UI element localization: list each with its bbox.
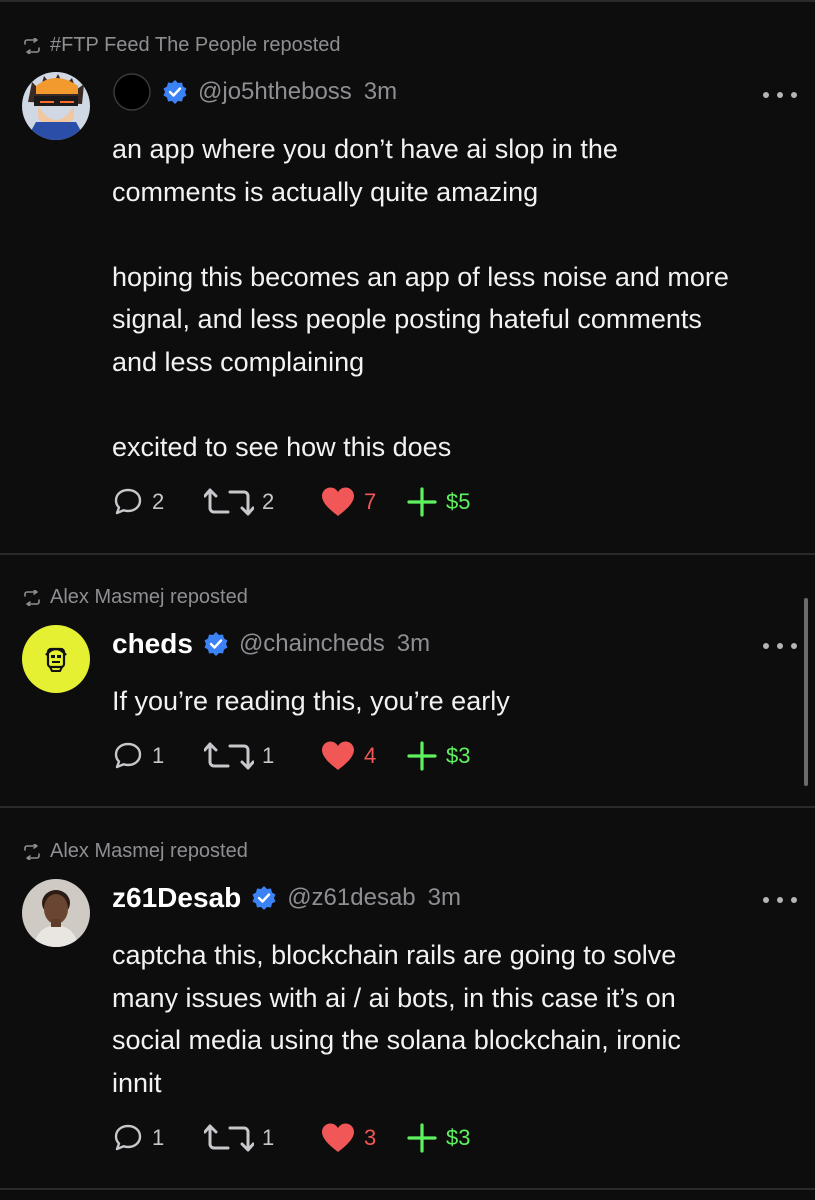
verified-badge-icon <box>204 632 228 656</box>
reply-count: 1 <box>152 743 165 768</box>
repost-count: 2 <box>262 489 275 514</box>
scrollbar[interactable] <box>804 598 808 786</box>
reply-button[interactable]: 1 <box>112 740 204 772</box>
author-handle[interactable]: @chaincheds <box>239 630 385 658</box>
top-divider <box>0 0 815 2</box>
tip-button[interactable]: $5 <box>406 486 470 518</box>
reply-button[interactable]: 2 <box>112 486 204 518</box>
comment-icon <box>114 742 142 769</box>
repost-indicator: Alex Masmej reposted <box>22 840 248 863</box>
reply-count: 2 <box>152 489 165 514</box>
reply-count: 1 <box>152 1125 165 1150</box>
heart-icon <box>322 741 354 770</box>
repost-count: 1 <box>262 743 275 768</box>
author-display-name[interactable]: z61Desab <box>112 882 241 914</box>
post-header: z61Desab @z61desab 3m <box>112 878 461 918</box>
post-divider <box>0 806 815 808</box>
repost-small-icon <box>24 843 40 860</box>
comment-icon <box>114 1124 142 1151</box>
yellow-character-avatar-icon <box>22 625 90 693</box>
repost-count: 1 <box>262 1125 275 1150</box>
verified-badge-icon <box>163 80 187 104</box>
post-header: @jo5htheboss 3m <box>112 72 397 112</box>
plus-icon <box>407 741 437 771</box>
repost-indicator: #FTP Feed The People reposted <box>22 34 341 57</box>
author-display-name[interactable]: cheds <box>112 628 193 660</box>
person-photo-avatar-icon <box>22 879 90 947</box>
like-count: 7 <box>364 489 377 514</box>
post-header: cheds @chaincheds 3m <box>112 624 430 664</box>
post-body: If you’re reading this, you’re early <box>112 686 510 716</box>
more-options-icon[interactable] <box>763 641 797 651</box>
anime-character-avatar-icon <box>22 72 90 140</box>
like-count: 3 <box>364 1125 377 1150</box>
plus-icon <box>407 487 437 517</box>
tip-button[interactable]: $3 <box>406 1122 470 1154</box>
reply-button[interactable]: 1 <box>112 1122 204 1154</box>
repost-small-icon <box>24 37 40 54</box>
post-actions: 1 1 4 $3 <box>112 736 470 776</box>
post-time: 3m <box>396 630 431 657</box>
repost-icon <box>204 742 254 770</box>
tip-button[interactable]: $3 <box>406 740 470 772</box>
repost-label: #FTP Feed The People reposted <box>50 34 341 56</box>
verified-badge-icon <box>252 886 276 910</box>
repost-button[interactable]: 1 <box>204 1122 320 1154</box>
like-button[interactable]: 7 <box>320 486 406 518</box>
post-divider <box>0 553 815 555</box>
repost-small-icon <box>24 589 40 606</box>
heart-icon <box>322 487 354 516</box>
heart-icon <box>322 1123 354 1152</box>
repost-icon <box>204 1124 254 1152</box>
avatar[interactable] <box>22 879 90 947</box>
post-body: captcha this, blockchain rails are going… <box>112 940 681 1098</box>
avatar[interactable] <box>22 625 90 693</box>
plus-icon <box>407 1123 437 1153</box>
repost-indicator: Alex Masmej reposted <box>22 586 248 609</box>
more-options-icon[interactable] <box>763 895 797 905</box>
like-button[interactable]: 3 <box>320 1122 406 1154</box>
avatar[interactable] <box>22 72 90 140</box>
comment-icon <box>114 488 142 515</box>
author-handle[interactable]: @z61desab <box>287 884 415 912</box>
like-button[interactable]: 4 <box>320 740 406 772</box>
tip-amount: $3 <box>446 743 471 768</box>
repost-button[interactable]: 2 <box>204 486 320 518</box>
tip-amount: $5 <box>446 489 471 514</box>
post-time: 3m <box>363 78 398 105</box>
author-handle[interactable]: @jo5htheboss <box>198 78 352 106</box>
repost-button[interactable]: 1 <box>204 740 320 772</box>
repost-icon <box>204 488 254 516</box>
more-options-icon[interactable] <box>763 90 797 100</box>
post-actions: 1 1 3 $3 <box>112 1118 470 1158</box>
post-body: an app where you don’t have ai slop in t… <box>112 134 729 462</box>
display-name-emoji-icon <box>113 73 151 111</box>
repost-label: Alex Masmej reposted <box>50 586 248 608</box>
post-time: 3m <box>427 884 461 911</box>
like-count: 4 <box>364 743 377 768</box>
post-divider <box>0 1188 815 1190</box>
post-actions: 2 2 7 $5 <box>112 482 470 522</box>
tip-amount: $3 <box>446 1125 471 1150</box>
repost-label: Alex Masmej reposted <box>50 840 248 862</box>
